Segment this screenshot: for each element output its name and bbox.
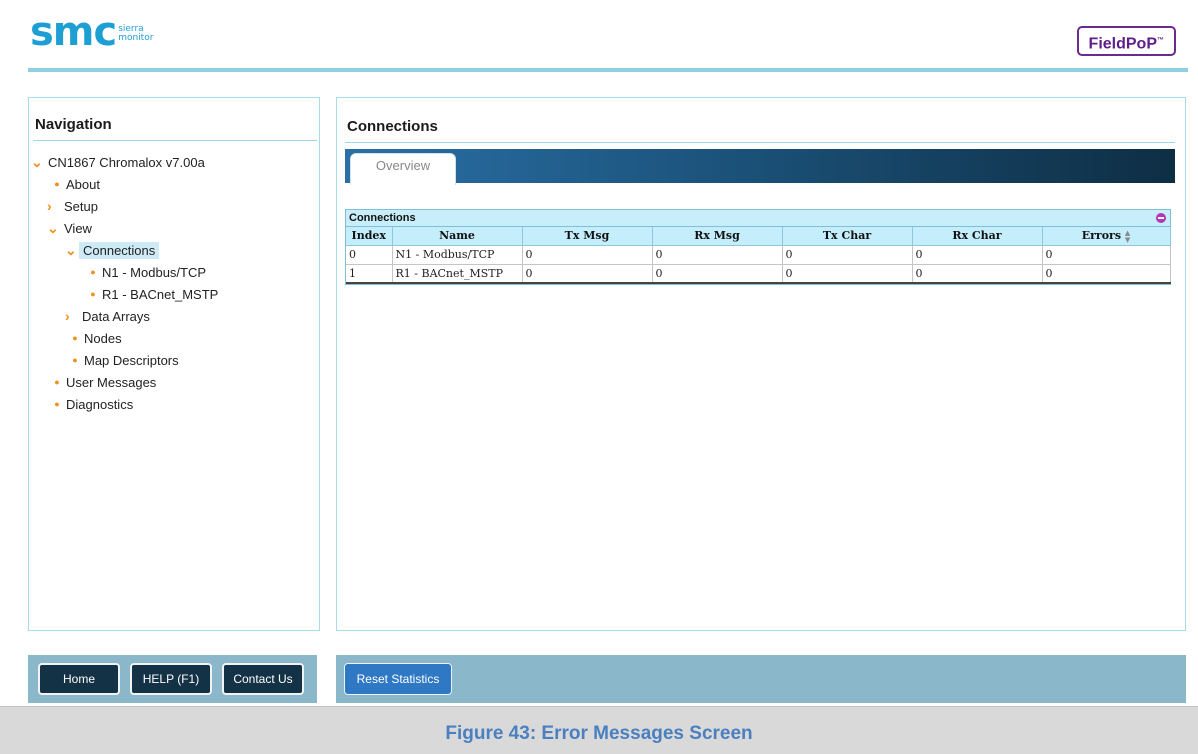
nav-item-label: N1 - Modbus/TCP: [102, 265, 207, 280]
home-button[interactable]: Home: [38, 663, 120, 695]
cell-name: R1 - BACnet_MSTP: [392, 264, 523, 284]
navigation-panel: Navigation ⌄ CN1867 Chromalox v7.00a ● Abo…: [28, 97, 320, 631]
nav-item-label: User Messages: [66, 375, 157, 390]
nav-item-label: View: [64, 221, 92, 236]
cell-index: 0: [346, 245, 393, 265]
connections-table: Index Name Tx Msg Rx Msg Tx Char Rx Char…: [346, 227, 1171, 284]
bullet-icon: ●: [54, 399, 60, 409]
cell-tx-char: 0: [782, 245, 913, 265]
column-header-rx-char[interactable]: Rx Char: [912, 227, 1043, 246]
content-panel: Connections Overview Connections Index N…: [336, 97, 1186, 631]
collapse-icon[interactable]: [1156, 213, 1166, 223]
cell-errors: 0: [1042, 245, 1171, 265]
cell-rx-msg: 0: [652, 264, 783, 284]
bullet-icon: ●: [90, 267, 96, 277]
smc-logo: smc sierra monitor: [30, 12, 153, 52]
nav-item-map-descriptors[interactable]: ● Map Descriptors: [69, 350, 182, 370]
nav-item-label: Connections: [79, 242, 160, 259]
contact-us-button[interactable]: Contact Us: [222, 663, 304, 695]
bullet-icon: ●: [72, 355, 78, 365]
connections-grid: Connections Index Name Tx Msg Rx Msg Tx …: [345, 209, 1171, 285]
nav-item-label: Data Arrays: [82, 309, 150, 324]
cell-tx-msg: 0: [522, 245, 653, 265]
page-title: Connections: [347, 118, 438, 135]
chevron-down-icon[interactable]: ⌄: [47, 218, 61, 238]
header-divider: [28, 68, 1188, 72]
column-header-errors-label: Errors: [1081, 228, 1122, 242]
nav-item-data-arrays[interactable]: › Data Arrays: [65, 306, 153, 326]
chevron-right-icon[interactable]: ›: [65, 306, 79, 326]
navigation-divider: [33, 140, 317, 141]
nav-item-label: Nodes: [84, 331, 122, 346]
app-header: smc sierra monitor FieldPoP™: [0, 0, 1198, 76]
cell-rx-char: 0: [912, 245, 1043, 265]
nav-item-connections[interactable]: ⌄ Connections: [65, 240, 160, 260]
cell-rx-char: 0: [912, 264, 1043, 284]
logo-wordmark: smc: [30, 9, 117, 55]
figure-caption: Figure 43: Error Messages Screen: [445, 723, 753, 744]
grid-caption: Connections: [346, 210, 1170, 227]
fieldpop-tm: ™: [1157, 37, 1164, 44]
action-button-bar: Reset Statistics: [336, 655, 1186, 703]
cell-errors: 0: [1042, 264, 1171, 284]
figure-caption-strip: Figure 43: Error Messages Screen: [0, 706, 1198, 754]
grid-caption-label: Connections: [349, 212, 416, 224]
nav-item-label: About: [66, 177, 100, 192]
column-header-tx-char[interactable]: Tx Char: [782, 227, 913, 246]
cell-rx-msg: 0: [652, 245, 783, 265]
table-header-row: Index Name Tx Msg Rx Msg Tx Char Rx Char…: [346, 227, 1171, 246]
help-button[interactable]: HELP (F1): [130, 663, 212, 695]
content-divider: [345, 142, 1175, 143]
cell-tx-char: 0: [782, 264, 913, 284]
nav-item-setup[interactable]: › Setup: [47, 196, 101, 216]
nav-item-r1-bacnet[interactable]: ● R1 - BACnet_MSTP: [87, 284, 221, 304]
sort-icon[interactable]: ▲ ▼: [1125, 229, 1130, 243]
reset-statistics-button[interactable]: Reset Statistics: [344, 663, 452, 695]
column-header-errors[interactable]: Errors ▲ ▼: [1042, 227, 1171, 246]
nav-item-label: Setup: [64, 199, 98, 214]
bullet-icon: ●: [90, 289, 96, 299]
navigation-title: Navigation: [35, 116, 112, 133]
nav-item-root[interactable]: ⌄ CN1867 Chromalox v7.00a: [31, 152, 208, 172]
nav-item-view[interactable]: ⌄ View: [47, 218, 95, 238]
nav-item-about[interactable]: ● About: [51, 174, 103, 194]
cell-name: N1 - Modbus/TCP: [392, 245, 523, 265]
tab-bar: Overview: [345, 149, 1175, 185]
column-header-name[interactable]: Name: [392, 227, 523, 246]
tab-overview[interactable]: Overview: [350, 153, 456, 185]
nav-button-bar: Home HELP (F1) Contact Us: [28, 655, 317, 703]
column-header-rx-msg[interactable]: Rx Msg: [652, 227, 783, 246]
nav-item-nodes[interactable]: ● Nodes: [69, 328, 125, 348]
nav-item-n1-modbus[interactable]: ● N1 - Modbus/TCP: [87, 262, 209, 282]
nav-item-label: Diagnostics: [66, 397, 134, 412]
cell-index: 1: [346, 264, 393, 284]
fieldpop-logo: FieldPoP™: [1076, 26, 1176, 56]
column-header-tx-msg[interactable]: Tx Msg: [522, 227, 653, 246]
nav-item-label: R1 - BACnet_MSTP: [102, 287, 219, 302]
table-row[interactable]: 0 N1 - Modbus/TCP 0 0 0 0 0: [346, 245, 1171, 265]
bullet-icon: ●: [54, 377, 60, 387]
table-row[interactable]: 1 R1 - BACnet_MSTP 0 0 0 0 0: [346, 264, 1171, 284]
column-header-index[interactable]: Index: [346, 227, 393, 246]
bullet-icon: ●: [54, 179, 60, 189]
bullet-icon: ●: [72, 333, 78, 343]
nav-item-label: Map Descriptors: [84, 353, 179, 368]
cell-tx-msg: 0: [522, 264, 653, 284]
chevron-down-icon[interactable]: ⌄: [31, 152, 45, 172]
logo-tagline: sierra monitor: [118, 25, 153, 43]
nav-item-label: CN1867 Chromalox v7.00a: [48, 155, 205, 170]
fieldpop-text: FieldPoP: [1088, 35, 1157, 53]
logo-tagline-line2: monitor: [118, 33, 154, 43]
nav-item-diagnostics[interactable]: ● Diagnostics: [51, 394, 136, 414]
nav-item-user-messages[interactable]: ● User Messages: [51, 372, 159, 392]
chevron-right-icon[interactable]: ›: [47, 196, 61, 216]
chevron-down-icon[interactable]: ⌄: [65, 240, 79, 260]
